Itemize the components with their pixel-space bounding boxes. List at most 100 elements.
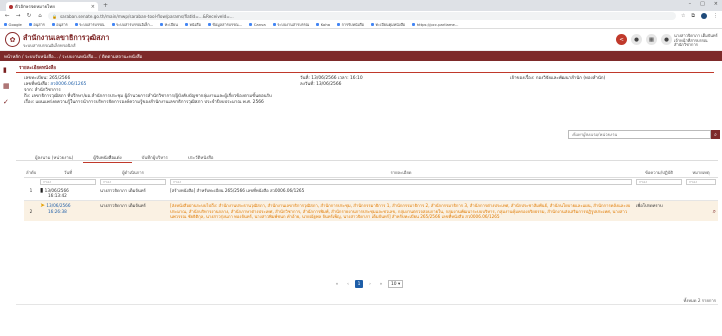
tab-recipients[interactable]: ผู้รับหนังสือแต่ง bbox=[83, 153, 132, 163]
user-avatar-icon[interactable]: ● bbox=[661, 34, 672, 45]
info-right: เจ้าของเรื่อง: กองวิจัยและพัฒนาสำนัก (ทอ… bbox=[510, 76, 605, 82]
prev-page-button[interactable]: ‹ bbox=[344, 280, 352, 288]
time-label: เวลา: bbox=[337, 76, 349, 81]
table-row[interactable]: 2 ➤ 13/06/2566 16:26:38 นางสาวจิดาภา เต็… bbox=[24, 200, 718, 222]
bookmark-item[interactable]: ระบบสารบรรณ bbox=[74, 22, 105, 28]
info-left: เลขทะเบียน: 265/2566 เลขที่หนังสือ: สว00… bbox=[24, 76, 272, 106]
tab-title: ตัวอักษรจดหมายไทย bbox=[15, 5, 55, 10]
browser-tab[interactable]: ตัวอักษรจดหมายไทย × bbox=[6, 2, 98, 11]
send-date-label: ลงวันที่: bbox=[300, 82, 315, 87]
bookmark-item[interactable]: การรับหนังสือ bbox=[337, 22, 364, 28]
page-size-select[interactable]: 10 ▾ bbox=[388, 280, 404, 288]
filter-note-input[interactable]: กรอง bbox=[686, 179, 716, 185]
col-header-note[interactable]: หมายเหตุ bbox=[684, 168, 718, 178]
bookmark-item[interactable]: Canva bbox=[249, 22, 266, 27]
menu-icon[interactable]: ⋮ bbox=[713, 13, 718, 19]
row-no: 1 bbox=[24, 186, 38, 202]
new-tab-button[interactable]: + bbox=[103, 2, 108, 9]
row-note bbox=[684, 186, 718, 202]
user-unit: สำนักวิชาการ bbox=[674, 42, 698, 47]
bookmark-item[interactable]: ข้อมูลสารบรรณ... bbox=[207, 22, 242, 28]
star-icon[interactable]: ☆ bbox=[681, 13, 685, 19]
back-button[interactable]: ← bbox=[4, 13, 10, 19]
window-controls: – □ × bbox=[689, 1, 718, 7]
home-button[interactable]: ⌂ bbox=[37, 13, 43, 19]
check-icon[interactable]: ✓ bbox=[3, 98, 10, 106]
filter-action-input[interactable]: กรอง bbox=[636, 179, 682, 185]
extensions-icon[interactable]: ⧉ bbox=[691, 13, 695, 19]
col-header-action[interactable]: ข้อความ/ปฏิบัติ bbox=[634, 168, 684, 178]
row-date: 13/06/2566 bbox=[46, 203, 71, 209]
current-page-button[interactable]: 1 bbox=[355, 280, 363, 288]
bookmark-icon bbox=[412, 23, 416, 26]
bookmark-item[interactable]: ทะเบียนคุมหนังสือ bbox=[371, 22, 405, 28]
bookmark-item[interactable]: ทะเบียน bbox=[160, 22, 178, 28]
profile-avatar-icon[interactable] bbox=[701, 13, 707, 19]
col-header-no[interactable]: ลำดับ bbox=[24, 168, 38, 178]
forward-button[interactable]: → bbox=[15, 13, 21, 19]
col-header-date[interactable]: วันที่ bbox=[38, 168, 98, 178]
row-detail: [ส่งหนังสือผ่านระบบไปถึง: สำนักงานประธาน… bbox=[168, 200, 634, 222]
receive-no: 265/2566 bbox=[49, 76, 71, 81]
address-bar[interactable]: 🔒 saraban.senate.go.th/main/mwp/saraban-… bbox=[48, 12, 676, 20]
date-label: วันที่: bbox=[300, 76, 310, 81]
subject-label: เรื่อง: bbox=[24, 100, 35, 105]
pagination: « ‹ 1 › » 10 ▾ bbox=[333, 280, 404, 288]
tab-signers[interactable]: ผู้ลงนาม (หน่วยงาน) bbox=[25, 153, 83, 163]
maximize-button[interactable]: □ bbox=[700, 1, 705, 7]
search-icon[interactable]: ⌕ bbox=[711, 130, 720, 139]
browser-tabbar: ตัวอักษรจดหมายไทย × + – □ × bbox=[0, 0, 722, 11]
tab-close-icon[interactable]: × bbox=[91, 4, 95, 10]
bookmark-item[interactable]: อนุสาร bbox=[28, 22, 45, 28]
tab-executive-notes[interactable]: บันทึกผู้บริหาร bbox=[132, 153, 178, 163]
bookmark-item[interactable]: อนุสาร bbox=[51, 22, 68, 28]
col-header-actor[interactable]: ผู้ดำเนินการ bbox=[98, 168, 168, 178]
date-value: 13/06/2566 bbox=[311, 76, 337, 81]
breadcrumb[interactable]: หน้าหลัก / ระบบรับหนังสือ... / ระบบงานหน… bbox=[0, 51, 722, 61]
close-window-button[interactable]: × bbox=[714, 1, 718, 7]
notification-bell-icon[interactable]: ● bbox=[631, 34, 642, 45]
subject-value: แผนแพร่งดความรู้ในการนำการบริหารจัดการอง… bbox=[35, 100, 264, 105]
owner-label: เจ้าของเรื่อง: bbox=[510, 76, 535, 81]
url-text: saraban.senate.go.th/main/mwp/saraban-to… bbox=[59, 13, 234, 19]
toolbar-icons: ☆ ⧉ ⋮ bbox=[681, 13, 718, 19]
bookmark-item[interactable]: Koha bbox=[316, 22, 330, 27]
bookmark-item[interactable]: ระบบสารบรรณอิเล็ก... bbox=[111, 22, 153, 28]
document-icon[interactable]: ▮ bbox=[3, 66, 10, 74]
apps-grid-icon[interactable]: ▦ bbox=[646, 34, 657, 45]
filter-date-input[interactable]: กรอง bbox=[40, 179, 96, 185]
doc-no-label: เลขที่หนังสือ: bbox=[24, 82, 49, 87]
bookmark-icon bbox=[28, 23, 32, 26]
time-value: 16:10 bbox=[349, 76, 363, 81]
org-subtitle: ระบบสารบรรณอิเล็กทรอนิกส์ bbox=[23, 43, 76, 48]
list-icon[interactable]: ▦ bbox=[3, 82, 10, 90]
minimize-button[interactable]: – bbox=[689, 1, 692, 7]
receive-no-label: เลขทะเบียน: bbox=[24, 76, 48, 81]
side-toolbar: ▮ ▦ ✓ bbox=[3, 66, 10, 106]
filter-detail-input[interactable]: กรอง bbox=[170, 179, 632, 185]
next-page-button[interactable]: › bbox=[366, 280, 374, 288]
bookmark-item[interactable]: ระบบงานสารบรรณ bbox=[272, 22, 309, 28]
zoom-icon[interactable]: ⌕ bbox=[713, 208, 716, 215]
row-actor: นางสาวจิดาภา เต็มจันทร์ bbox=[98, 200, 168, 222]
first-page-button[interactable]: « bbox=[333, 280, 341, 288]
owner-value: กองวิจัยและพัฒนาสำนัก (ทองสำนัก) bbox=[535, 76, 606, 81]
history-table: ลำดับ วันที่ ผู้ดำเนินการ รายละเอียด ข้อ… bbox=[24, 168, 718, 222]
info-middle: วันที่: 13/06/2566 เวลา: 16:10 ลงวันที่:… bbox=[300, 76, 363, 88]
row-action: เพื่อโปรดทราบ bbox=[634, 200, 684, 222]
share-icon[interactable]: < bbox=[616, 34, 627, 45]
reload-button[interactable]: ↻ bbox=[26, 13, 32, 19]
doc-no: สว0006.06/1265 bbox=[50, 82, 87, 87]
bookmark-item[interactable]: หนังสือ bbox=[184, 22, 201, 28]
bookmark-item[interactable]: Google bbox=[4, 22, 22, 27]
table-row[interactable]: 1 ▮ 13/06/2566 16:13:42 นางสาวจิดาภา เต็… bbox=[24, 186, 718, 202]
search-input[interactable] bbox=[568, 130, 711, 139]
filter-actor-input[interactable]: กรอง bbox=[100, 179, 166, 185]
browser-toolbar: ← → ↻ ⌂ 🔒 saraban.senate.go.th/main/mwp/… bbox=[0, 11, 722, 21]
last-page-button[interactable]: » bbox=[377, 280, 385, 288]
bookmark-item[interactable]: https://pcc.parliame... bbox=[412, 22, 459, 27]
header-icons: < ● ▦ ● bbox=[616, 34, 672, 45]
tab-history[interactable]: ประวัติหนังสือ bbox=[178, 153, 224, 163]
col-header-detail[interactable]: รายละเอียด bbox=[168, 168, 634, 178]
user-info[interactable]: นางสาวจิดาภา เต็มจันทร์ เจ้าหน้าที่สารบร… bbox=[674, 33, 718, 48]
